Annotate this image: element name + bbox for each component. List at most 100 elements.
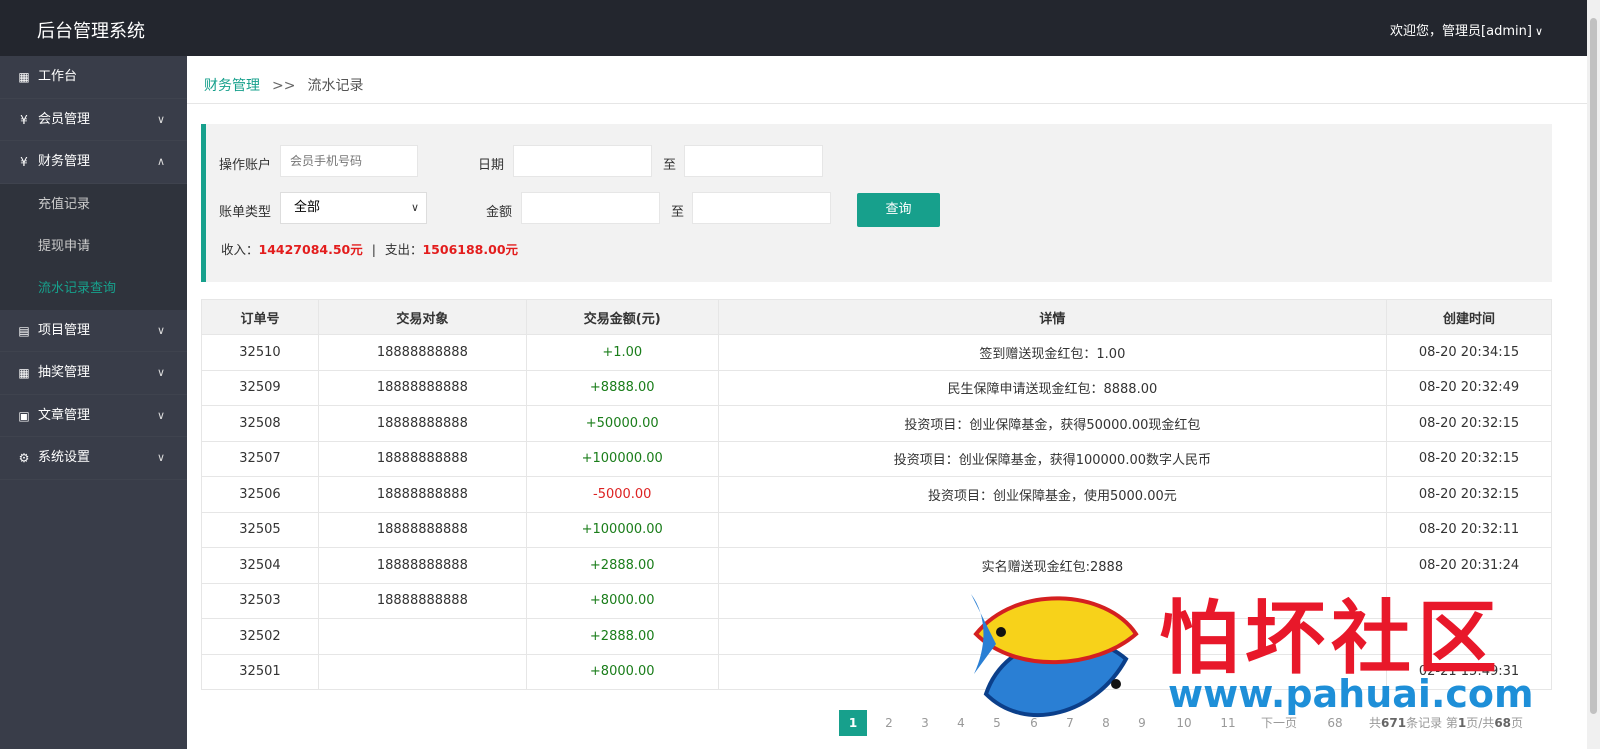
watermark: 怕坏社区 www.pahuai.com xyxy=(966,574,1582,744)
amount-cell: +2888.00 xyxy=(525,618,719,655)
amount-cell: +8000.00 xyxy=(525,653,719,690)
sidebar-item-projects[interactable]: ▤ 项目管理 ∨ xyxy=(0,310,187,353)
breadcrumb-current: 流水记录 xyxy=(307,78,364,94)
amount-cell: +50000.00 xyxy=(525,405,719,442)
sidebar-item-finance[interactable]: ¥ 财务管理 ∧ xyxy=(0,141,187,184)
amount-min-input[interactable] xyxy=(521,192,660,224)
order-id-cell: 32505 xyxy=(201,511,319,548)
table-row: 32506 18888888888 -5000.00 投资项目：创业保障基金，使… xyxy=(201,476,1552,513)
chevron-down-icon: ∨ xyxy=(156,323,165,337)
amount-cell: +100000.00 xyxy=(525,440,719,477)
target-cell xyxy=(317,653,527,690)
summary: 收入：14427084.50元 | 支出：1506188.00元 xyxy=(221,239,518,258)
time-cell: 08-20 20:32:15 xyxy=(1386,440,1552,477)
order-id-cell: 32509 xyxy=(201,369,319,406)
column-header: 详情 xyxy=(717,299,1388,335)
yen-circle-icon: ¥ xyxy=(20,155,28,169)
amount-label: 金额 xyxy=(486,205,513,220)
sidebar: ▦ 工作台 ¥ 会员管理 ∨ ¥ 财务管理 ∧ 充值记录 提现申请 流水记录查询… xyxy=(0,56,187,749)
chevron-down-icon: ∨ xyxy=(156,451,165,464)
sidebar-item-members[interactable]: ¥ 会员管理 ∨ xyxy=(0,99,187,142)
chevron-down-icon: ∨ xyxy=(156,408,165,422)
detail-cell: 投资项目：创业保障基金，使用5000.00元 xyxy=(717,476,1388,513)
amount-cell: -5000.00 xyxy=(525,476,719,513)
order-id-cell: 32508 xyxy=(201,405,319,442)
amount-cell: +1.00 xyxy=(525,334,719,371)
page-link-current[interactable]: 1 xyxy=(839,710,867,736)
chevron-down-icon: ∨ xyxy=(156,112,165,126)
date-start-input[interactable] xyxy=(513,145,652,177)
sidebar-subitem-flow-records[interactable]: 流水记录查询 xyxy=(0,267,187,310)
query-button[interactable]: 查询 xyxy=(857,193,940,227)
sidebar-subitem-recharge[interactable]: 充值记录 xyxy=(0,183,187,226)
detail-cell: 投资项目：创业保障基金，获得50000.00现金红包 xyxy=(717,405,1388,442)
target-cell xyxy=(317,618,527,655)
watermark-url: www.pahuai.com xyxy=(1168,672,1534,716)
sidebar-item-label: 项目管理 xyxy=(38,322,91,338)
target-cell: 18888888888 xyxy=(317,547,527,584)
gear-icon: ⚙ xyxy=(18,451,30,465)
sidebar-item-lottery[interactable]: ▦ 抽奖管理 ∨ xyxy=(0,352,187,395)
fish-logo-icon xyxy=(971,594,1139,718)
bill-type-value: 全部 xyxy=(294,200,321,215)
order-id-cell: 32510 xyxy=(201,334,319,371)
income-label: 收入： xyxy=(221,242,259,257)
sidebar-item-articles[interactable]: ▣ 文章管理 ∨ xyxy=(0,395,187,438)
yen-circle-icon: ¥ xyxy=(20,112,28,127)
column-header: 订单号 xyxy=(201,299,319,335)
table-header-row: 订单号 交易对象 交易金额(元) 详情 创建时间 xyxy=(201,299,1552,335)
column-header: 交易对象 xyxy=(317,299,527,335)
breadcrumb-parent[interactable]: 财务管理 xyxy=(204,78,260,94)
page-link[interactable]: 2 xyxy=(875,710,903,736)
amount-max-input[interactable] xyxy=(692,192,831,224)
user-menu[interactable]: 欢迎您，管理员[admin] ∨ xyxy=(1390,20,1543,39)
user-greeting: 欢迎您，管理员[admin] xyxy=(1390,24,1532,39)
time-cell: 08-20 20:34:15 xyxy=(1386,334,1552,371)
bill-type-label: 账单类型 xyxy=(219,205,272,220)
scrollbar-thumb[interactable] xyxy=(1590,18,1597,714)
amount-cell: +2888.00 xyxy=(525,547,719,584)
sidebar-item-label: 系统设置 xyxy=(38,450,91,465)
sidebar-item-label: 抽奖管理 xyxy=(38,365,91,380)
breadcrumb: 财务管理 >> 流水记录 xyxy=(204,75,363,95)
order-id-cell: 32504 xyxy=(201,547,319,584)
clipboard-icon: ▤ xyxy=(18,323,30,338)
column-header: 创建时间 xyxy=(1386,299,1552,335)
target-cell: 18888888888 xyxy=(317,511,527,548)
bill-type-select[interactable]: 全部 ∨ xyxy=(280,192,427,224)
expense-value: 1506188.00元 xyxy=(422,242,519,257)
account-input[interactable] xyxy=(280,145,418,177)
account-label: 操作账户 xyxy=(219,158,272,173)
sidebar-item-settings[interactable]: ⚙ 系统设置 ∨ xyxy=(0,437,187,480)
target-cell: 18888888888 xyxy=(317,405,527,442)
target-cell: 18888888888 xyxy=(317,334,527,371)
order-id-cell: 32503 xyxy=(201,582,319,619)
amount-cell: +8888.00 xyxy=(525,369,719,406)
chevron-down-icon: ∨ xyxy=(156,366,165,379)
order-id-cell: 32506 xyxy=(201,476,319,513)
sidebar-item-label: 文章管理 xyxy=(38,407,91,423)
table-row: 32509 18888888888 +8888.00 民生保障申请送现金红包：8… xyxy=(201,369,1552,406)
divider xyxy=(187,103,1587,104)
chevron-up-icon: ∧ xyxy=(156,155,165,168)
sidebar-item-label: 会员管理 xyxy=(38,111,91,127)
breadcrumb-separator: >> xyxy=(272,78,296,94)
summary-separator: | xyxy=(371,242,376,257)
date-to-label: 至 xyxy=(663,158,677,173)
target-cell: 18888888888 xyxy=(317,476,527,513)
target-cell: 18888888888 xyxy=(317,582,527,619)
order-id-cell: 32502 xyxy=(201,618,319,655)
time-cell: 08-20 20:32:15 xyxy=(1386,405,1552,442)
chevron-down-icon: ∨ xyxy=(1534,25,1543,38)
sidebar-item-label: 财务管理 xyxy=(38,154,91,169)
page-link[interactable]: 3 xyxy=(911,710,939,736)
time-cell: 08-20 20:32:49 xyxy=(1386,369,1552,406)
target-cell: 18888888888 xyxy=(317,440,527,477)
sidebar-subitem-withdraw[interactable]: 提现申请 xyxy=(0,225,187,268)
sidebar-item-workbench[interactable]: ▦ 工作台 xyxy=(0,56,187,99)
table-row: 32507 18888888888 +100000.00 投资项目：创业保障基金… xyxy=(201,440,1552,477)
chevron-down-icon: ∨ xyxy=(410,201,419,214)
date-end-input[interactable] xyxy=(684,145,823,177)
income-value: 14427084.50元 xyxy=(258,242,363,257)
filter-panel: 操作账户 日期 至 账单类型 全部 ∨ 金额 至 查询 收入：14427084.… xyxy=(201,124,1552,282)
